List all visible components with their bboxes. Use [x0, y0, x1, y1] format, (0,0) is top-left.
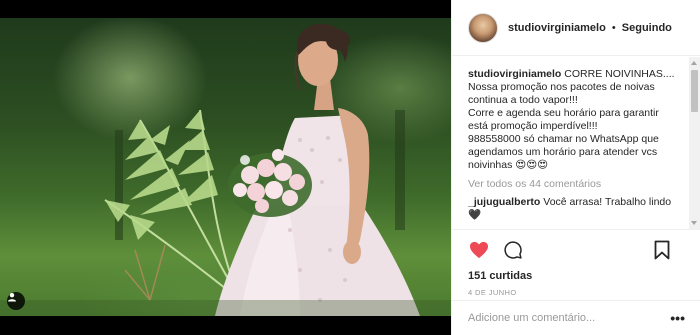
- scroll-up-arrow-icon[interactable]: [691, 61, 697, 65]
- header-username-link[interactable]: studiovirginiamelo: [508, 22, 606, 34]
- post-date[interactable]: 4 de junho: [468, 288, 685, 297]
- caption-username-link[interactable]: studiovirginiamelo: [468, 68, 561, 80]
- comment-text: Você arrasa! Trabalho lindo: [543, 196, 672, 208]
- action-row: [468, 238, 685, 262]
- caption-line-text: CORRE NOIVINHAS....: [564, 68, 675, 80]
- caption: studiovirginiamelo CORRE NOIVINHAS.... N…: [468, 68, 687, 172]
- caption-line-6: 988558000 só chamar no WhatsApp que: [468, 133, 659, 145]
- comment-input[interactable]: [468, 312, 663, 324]
- caption-line-7: agendamos um horário para atender vcs: [468, 146, 658, 158]
- comment-button[interactable]: [502, 239, 524, 261]
- caption-line-3: continua a todo vapor!!!: [468, 94, 578, 106]
- post-side-panel: studiovirginiamelo • Seguindo studiovirg…: [451, 0, 700, 335]
- comment-heart-emoji: 🖤: [468, 209, 482, 221]
- likes-count-link[interactable]: 151 curtidas: [468, 270, 685, 282]
- comment-username-link[interactable]: _jujugualberto: [468, 196, 540, 208]
- user-tag-icon[interactable]: [7, 292, 25, 310]
- avatar[interactable]: [468, 12, 498, 43]
- like-button[interactable]: [468, 239, 490, 261]
- following-button[interactable]: Seguindo: [622, 22, 672, 34]
- caption-line-4: Corre e agenda seu horário para garantir: [468, 107, 659, 119]
- caption-line-1: studiovirginiamelo CORRE NOIVINHAS....: [468, 68, 687, 81]
- add-comment-bar: •••: [452, 300, 700, 335]
- bride-illustration: [0, 0, 451, 335]
- caption-line-5: está promoção imperdível!!!: [468, 120, 598, 132]
- post-photo[interactable]: [0, 0, 451, 335]
- post-actions: 151 curtidas 4 de junho: [452, 229, 700, 297]
- caption-line-8: noivinhas 😍😍😍: [468, 159, 549, 171]
- scroll-down-arrow-icon[interactable]: [691, 221, 697, 225]
- caption-line-2: Nossa promoção nos pacotes de noivas: [468, 81, 655, 93]
- heart-icon: [470, 241, 488, 259]
- comment-item: _jujugualberto Você arrasa! Trabalho lin…: [468, 196, 687, 222]
- comments-scrollbar[interactable]: [689, 57, 700, 229]
- bookmark-icon: [654, 240, 670, 260]
- comments-section[interactable]: studiovirginiamelo CORRE NOIVINHAS.... N…: [452, 57, 700, 229]
- header-separator: •: [611, 21, 616, 34]
- view-all-comments-link[interactable]: Ver todos os 44 comentários: [468, 178, 687, 190]
- save-button[interactable]: [651, 239, 673, 261]
- post-header: studiovirginiamelo • Seguindo: [452, 0, 700, 56]
- more-options-button[interactable]: •••: [663, 311, 685, 325]
- instagram-post: studiovirginiamelo • Seguindo studiovirg…: [0, 0, 700, 335]
- comment-bubble-icon: [504, 241, 522, 259]
- header-text: studiovirginiamelo • Seguindo: [508, 22, 672, 34]
- scroll-thumb[interactable]: [691, 70, 698, 112]
